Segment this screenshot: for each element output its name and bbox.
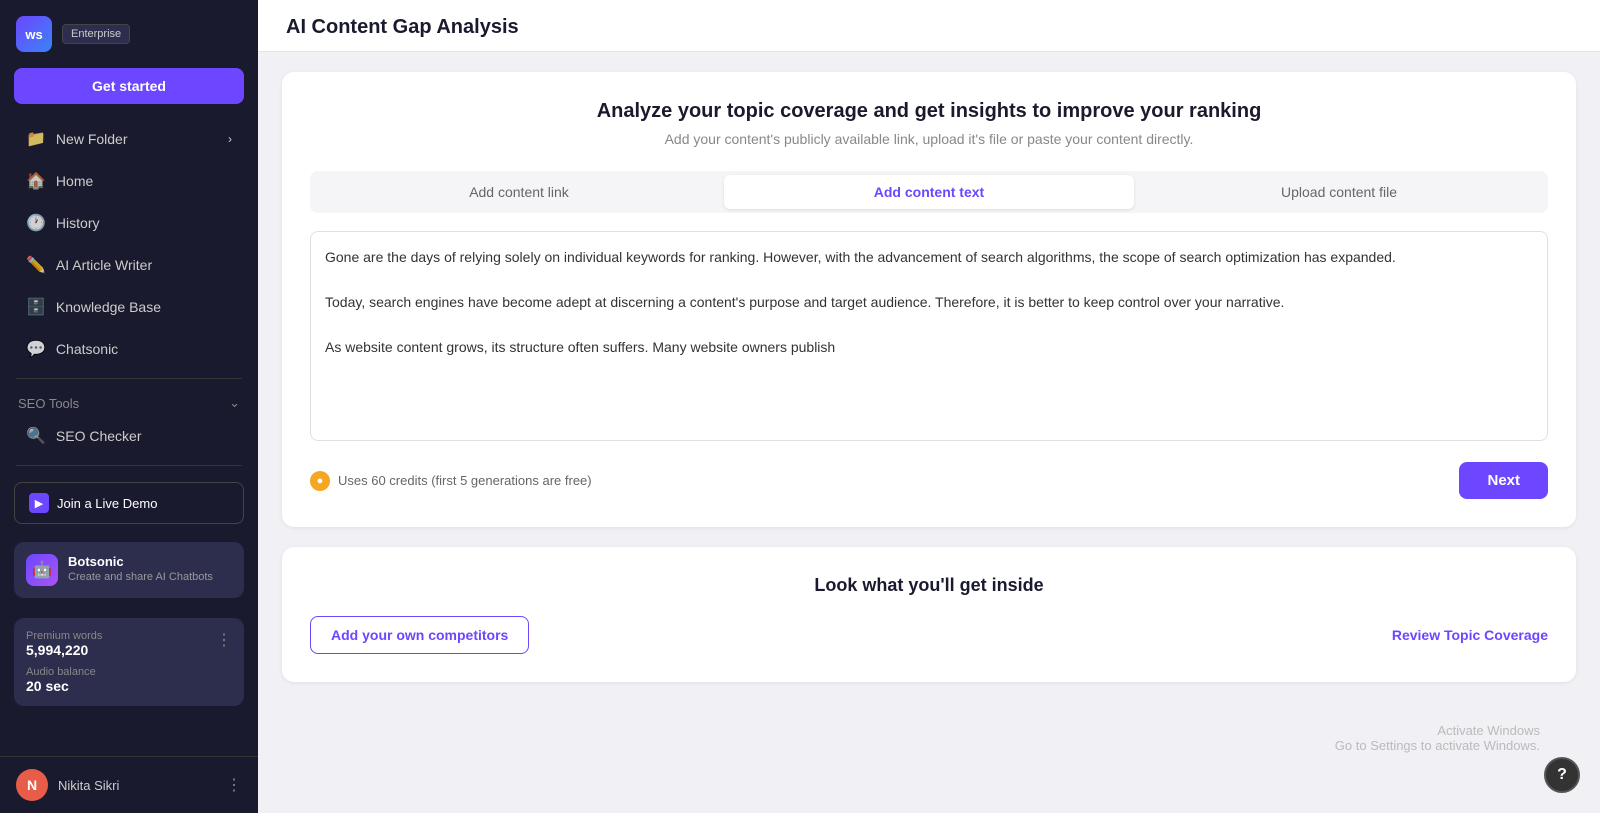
premium-words-label: Premium words: [26, 630, 232, 642]
premium-words-value: 5,994,220: [26, 642, 232, 658]
add-competitors-button[interactable]: Add your own competitors: [310, 616, 529, 654]
activate-windows-watermark: Activate Windows Go to Settings to activ…: [1335, 723, 1540, 753]
user-name: Nikita Sikri: [58, 778, 119, 793]
content-tabs: Add content link Add content text Upload…: [310, 171, 1548, 213]
audio-balance-value: 20 sec: [26, 678, 232, 694]
sidebar-item-knowledge-base[interactable]: 🗄️ Knowledge Base: [8, 287, 250, 327]
main-content: AI Content Gap Analysis Analyze your top…: [258, 0, 1600, 813]
review-topic-link[interactable]: Review Topic Coverage: [1392, 627, 1548, 643]
sidebar-item-label: History: [56, 215, 100, 231]
card-footer: ● Uses 60 credits (first 5 generations a…: [310, 462, 1548, 499]
play-icon: ▶: [29, 493, 49, 513]
seo-icon: 🔍: [26, 426, 46, 446]
chevron-right-icon: ›: [228, 132, 232, 146]
look-heading: Look what you'll get inside: [310, 575, 1548, 596]
home-icon: 🏠: [26, 171, 46, 191]
join-demo-button[interactable]: ▶ Join a Live Demo: [14, 482, 244, 524]
get-started-button[interactable]: Get started: [14, 68, 244, 104]
sidebar-item-chatsonic[interactable]: 💬 Chatsonic: [8, 329, 250, 369]
card-subheading: Add your content's publicly available li…: [310, 131, 1548, 147]
user-more-options-button[interactable]: ⋮: [226, 775, 242, 795]
avatar: N: [16, 769, 48, 801]
help-button[interactable]: ?: [1544, 757, 1580, 793]
premium-card: ⋮ Premium words 5,994,220 Audio balance …: [14, 618, 244, 706]
history-icon: 🕐: [26, 213, 46, 233]
sidebar-item-label: AI Article Writer: [56, 257, 152, 273]
analysis-card: Analyze your topic coverage and get insi…: [282, 72, 1576, 527]
seo-tools-section[interactable]: SEO Tools ⌄: [0, 387, 258, 415]
chevron-down-icon: ⌄: [229, 395, 240, 411]
sidebar-item-seo-checker[interactable]: 🔍 SEO Checker: [8, 416, 250, 456]
credits-text: Uses 60 credits (first 5 generations are…: [338, 473, 592, 488]
sidebar-divider: [16, 378, 242, 379]
page-title: AI Content Gap Analysis: [286, 16, 1572, 39]
database-icon: 🗄️: [26, 297, 46, 317]
credits-info: ● Uses 60 credits (first 5 generations a…: [310, 471, 592, 491]
sidebar-item-label: New Folder: [56, 131, 128, 147]
sidebar-header: ws Enterprise: [0, 0, 258, 64]
page-header: AI Content Gap Analysis: [258, 0, 1600, 52]
sidebar-item-label: Home: [56, 173, 93, 189]
more-options-button[interactable]: ⋮: [216, 630, 232, 650]
sidebar-item-label: Chatsonic: [56, 341, 118, 357]
card-heading: Analyze your topic coverage and get insi…: [310, 100, 1548, 123]
sidebar-item-history[interactable]: 🕐 History: [8, 203, 250, 243]
seo-tools-label: SEO Tools: [18, 396, 79, 411]
sidebar-divider-2: [16, 465, 242, 466]
botsonic-card[interactable]: 🤖 Botsonic Create and share AI Chatbots: [14, 542, 244, 598]
sidebar-item-ai-article-writer[interactable]: ✏️ AI Article Writer: [8, 245, 250, 285]
sidebar: ws Enterprise Get started 📁 New Folder ›…: [0, 0, 258, 813]
sidebar-item-new-folder[interactable]: 📁 New Folder ›: [8, 119, 250, 159]
tab-add-content-text[interactable]: Add content text: [724, 175, 1134, 209]
look-footer: Add your own competitors Review Topic Co…: [310, 616, 1548, 654]
writesonic-logo: ws: [16, 16, 52, 52]
coin-icon: ●: [310, 471, 330, 491]
activate-line1: Activate Windows: [1335, 723, 1540, 738]
next-button[interactable]: Next: [1459, 462, 1548, 499]
botsonic-subtitle: Create and share AI Chatbots: [68, 571, 213, 583]
folder-icon: 📁: [26, 129, 46, 149]
audio-balance-label: Audio balance: [26, 666, 232, 678]
sidebar-footer: N Nikita Sikri ⋮: [0, 756, 258, 813]
tab-upload-content-file[interactable]: Upload content file: [1134, 175, 1544, 209]
sidebar-item-home[interactable]: 🏠 Home: [8, 161, 250, 201]
look-card: Look what you'll get inside Add your own…: [282, 547, 1576, 682]
content-textarea[interactable]: Gone are the days of relying solely on i…: [310, 231, 1548, 441]
tab-add-content-link[interactable]: Add content link: [314, 175, 724, 209]
botsonic-icon: 🤖: [26, 554, 58, 586]
join-demo-label: Join a Live Demo: [57, 496, 157, 511]
content-area: Analyze your topic coverage and get insi…: [258, 52, 1600, 702]
enterprise-badge: Enterprise: [62, 24, 130, 44]
activate-line2: Go to Settings to activate Windows.: [1335, 738, 1540, 753]
botsonic-title: Botsonic: [68, 554, 213, 569]
sidebar-item-label: Knowledge Base: [56, 299, 161, 315]
chat-icon: 💬: [26, 339, 46, 359]
sidebar-item-label: SEO Checker: [56, 428, 142, 444]
article-icon: ✏️: [26, 255, 46, 275]
